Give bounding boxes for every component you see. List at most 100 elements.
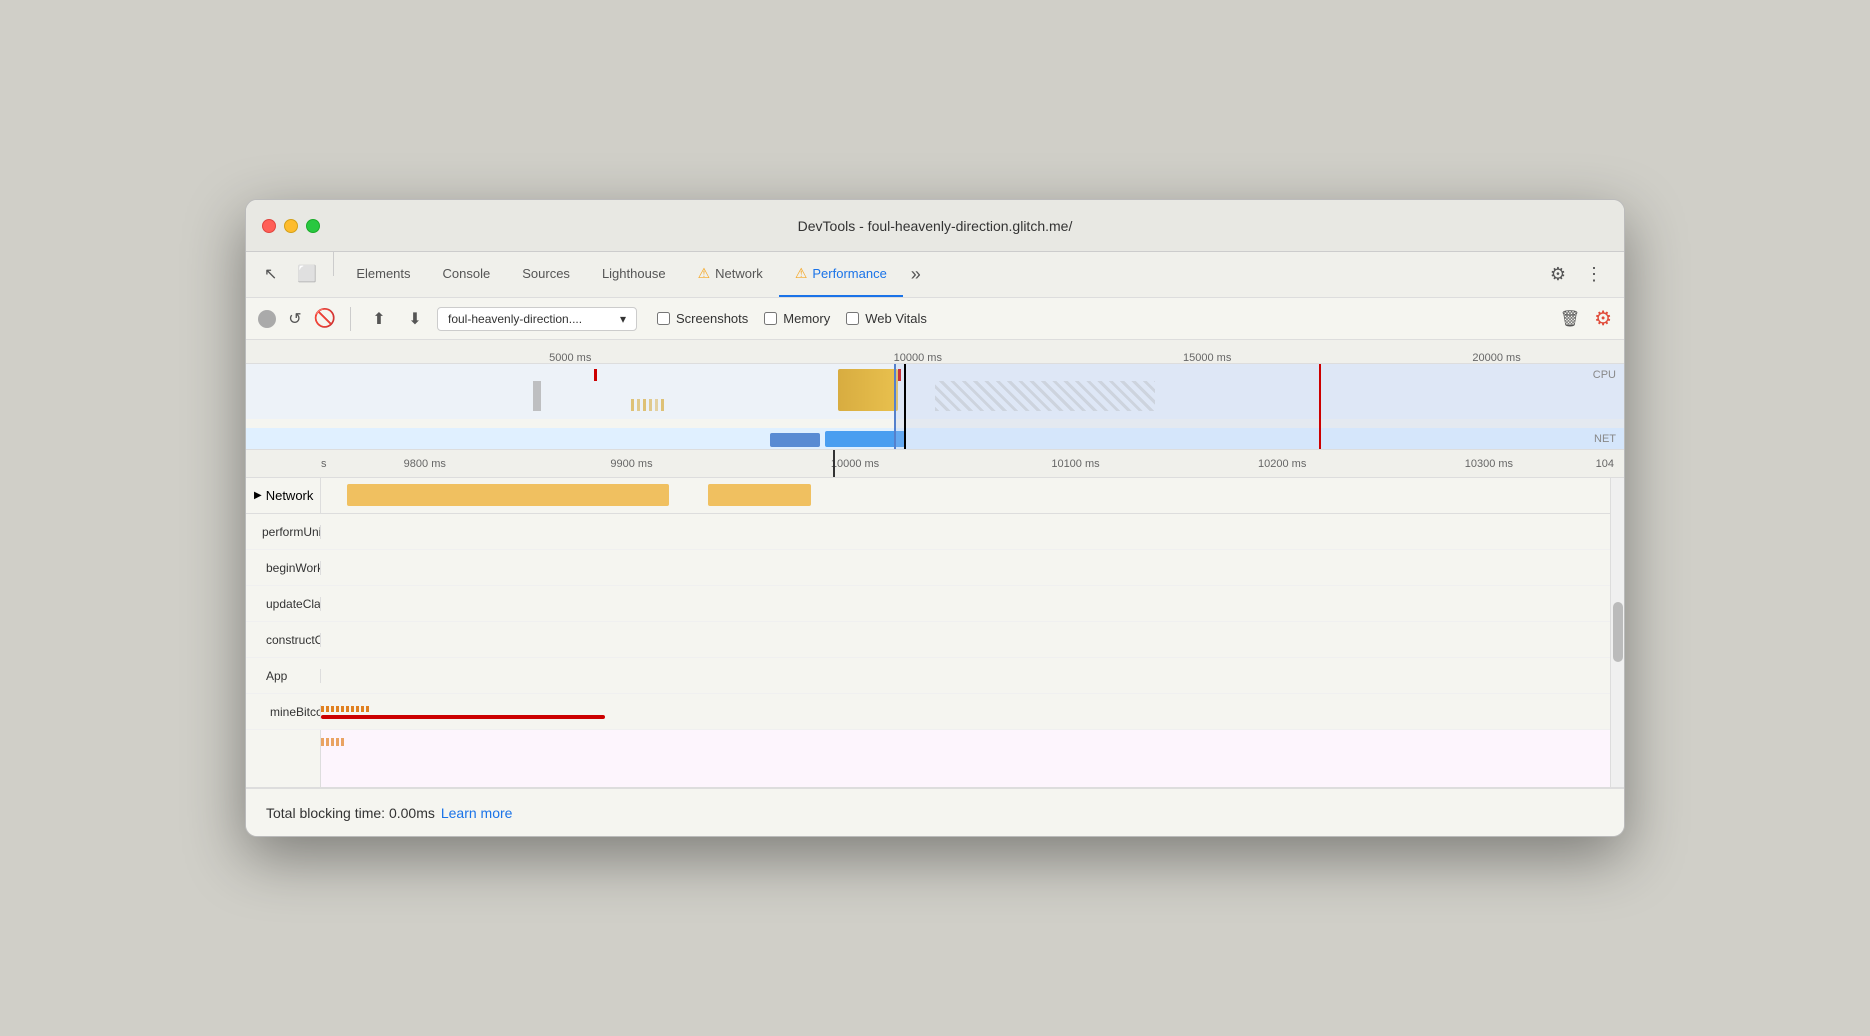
label-updateClassComponent: updateClassComponent <box>246 597 321 611</box>
web-vitals-checkbox[interactable] <box>846 312 859 325</box>
window-title: DevTools - foul-heavenly-direction.glitc… <box>798 218 1073 234</box>
close-button[interactable] <box>262 219 276 233</box>
tab-spacer <box>929 252 1536 297</box>
web-vitals-label: Web Vitals <box>865 311 927 326</box>
tab-lighthouse-label: Lighthouse <box>602 266 666 281</box>
screenshots-checkbox-item[interactable]: Screenshots <box>657 311 748 326</box>
detail-mark-9800: 9800 ms <box>404 458 446 470</box>
minimize-button[interactable] <box>284 219 298 233</box>
scrollbar-thumb[interactable] <box>1613 602 1623 662</box>
mine-bitcoin-block-1-selected[interactable]: mineBitcoin <box>321 715 605 719</box>
tab-network[interactable]: ⚠ Network <box>682 252 779 297</box>
network-row-label: ▶ Network <box>246 478 321 513</box>
detail-mark-10200: 10200 ms <box>1258 458 1306 470</box>
inspect-tool[interactable]: ⬜ <box>287 252 327 297</box>
orange-ticks-2 <box>321 738 1610 746</box>
devtools-window: DevTools - foul-heavenly-direction.glitc… <box>245 199 1625 837</box>
tab-elements[interactable]: Elements <box>340 252 426 297</box>
tab-performance[interactable]: ⚠ Performance <box>779 252 903 297</box>
flame-row-App: App <box>246 658 1610 694</box>
label-mineBitcoin: mineBitcoin <box>246 705 321 719</box>
screenshots-checkbox[interactable] <box>657 312 670 325</box>
empty-label <box>246 730 321 787</box>
traffic-lights <box>262 219 320 233</box>
tab-elements-label: Elements <box>356 266 410 281</box>
network-block-2[interactable] <box>708 484 811 506</box>
scrollbar[interactable] <box>1610 478 1624 787</box>
inspect-icon: ⬜ <box>297 264 317 284</box>
timeline-content: CPU NET <box>246 364 1624 450</box>
status-bar: Total blocking time: 0.00ms Learn more <box>246 788 1624 836</box>
screenshots-label: Screenshots <box>676 311 748 326</box>
stop-button[interactable]: 🚫 <box>314 308 336 330</box>
flame-row-beginWork: beginWork <box>246 550 1610 586</box>
reload-icon: ↺ <box>288 309 301 329</box>
more-tabs-button[interactable]: » <box>903 252 929 297</box>
more-icon: » <box>911 264 921 285</box>
dropdown-arrow-icon: ▾ <box>620 312 626 326</box>
label-performUnitOfWork: performUnitOfWork <box>246 525 321 539</box>
clear-button[interactable]: 🗑 <box>1556 305 1584 333</box>
red-marker <box>1319 364 1321 450</box>
stop-icon: 🚫 <box>314 308 336 329</box>
detail-mark-10300: 10300 ms <box>1465 458 1513 470</box>
timeline-ruler: 5000 ms 10000 ms 15000 ms 20000 ms <box>246 340 1624 364</box>
tab-performance-label: Performance <box>812 266 886 281</box>
cpu-label: CPU <box>1593 369 1616 381</box>
learn-more-link[interactable]: Learn more <box>441 805 513 821</box>
network-section-label: Network <box>266 488 314 503</box>
tab-sources[interactable]: Sources <box>506 252 586 297</box>
pointer-icon: ↖ <box>264 264 277 284</box>
orange-ticks <box>321 706 1610 712</box>
empty-content <box>321 730 1610 787</box>
download-icon: ⬇ <box>408 309 421 329</box>
main-panel: ▶ Network performUnitOfWork <box>246 478 1624 788</box>
maximize-button[interactable] <box>306 219 320 233</box>
detail-mark-9900: 9900 ms <box>610 458 652 470</box>
tab-settings-area: ⚙ ⋮ <box>1536 252 1616 297</box>
label-App: App <box>246 669 321 683</box>
time-cursor <box>904 364 906 450</box>
tab-console-label: Console <box>443 266 491 281</box>
sep2 <box>350 307 351 331</box>
network-block-1[interactable] <box>347 484 669 506</box>
record-bar: ↺ 🚫 ⬆ ⬇ foul-heavenly-direction.... ▾ Sc… <box>246 298 1624 340</box>
memory-checkbox-item[interactable]: Memory <box>764 311 830 326</box>
reload-button[interactable]: ↺ <box>284 308 306 330</box>
titlebar: DevTools - foul-heavenly-direction.glitc… <box>246 200 1624 252</box>
pointer-tool[interactable]: ↖ <box>254 252 287 297</box>
sep1 <box>333 252 334 276</box>
upload-button[interactable]: ⬆ <box>365 305 393 333</box>
url-text: foul-heavenly-direction.... <box>448 312 582 326</box>
tab-console[interactable]: Console <box>427 252 507 297</box>
selected-region[interactable] <box>894 364 1624 450</box>
download-button[interactable]: ⬇ <box>401 305 429 333</box>
record-button[interactable] <box>258 310 276 328</box>
ruler-mark-5000: 5000 ms <box>549 352 591 364</box>
label-constructClassInstance: constructClassInstance <box>246 633 321 647</box>
flame-row-empty <box>246 730 1610 787</box>
detail-ruler: s 9800 ms 9900 ms 10000 ms 10100 ms 1020… <box>246 450 1624 478</box>
detail-cursor <box>833 450 835 477</box>
flame-row-updateClassComponent: updateClassComponent <box>246 586 1610 622</box>
tab-sources-label: Sources <box>522 266 570 281</box>
performance-warning-icon: ⚠ <box>795 265 808 282</box>
upload-icon: ⬆ <box>372 309 385 329</box>
small-cpu-ticks <box>631 399 771 411</box>
settings-icon[interactable]: ⚙ <box>1544 261 1572 289</box>
more-options-icon[interactable]: ⋮ <box>1580 261 1608 289</box>
tab-lighthouse[interactable]: Lighthouse <box>586 252 682 297</box>
network-warning-icon: ⚠ <box>698 265 711 282</box>
detail-mark-104: 104 <box>1596 458 1614 470</box>
timeline-overview[interactable]: 5000 ms 10000 ms 15000 ms 20000 ms <box>246 340 1624 450</box>
label-beginWork: beginWork <box>246 561 321 575</box>
web-vitals-checkbox-item[interactable]: Web Vitals <box>846 311 927 326</box>
ruler-mark-10000: 10000 ms <box>894 352 942 364</box>
url-selector[interactable]: foul-heavenly-direction.... ▾ <box>437 307 637 331</box>
performance-settings-icon[interactable]: ⚙ <box>1594 306 1612 331</box>
flame-row-performUnitOfWork: performUnitOfWork <box>246 514 1610 550</box>
network-row[interactable]: ▶ Network <box>246 478 1610 514</box>
flame-rows-container[interactable]: performUnitOfWork beginWork <box>246 514 1610 787</box>
network-expand-icon[interactable]: ▶ <box>254 490 262 501</box>
memory-checkbox[interactable] <box>764 312 777 325</box>
